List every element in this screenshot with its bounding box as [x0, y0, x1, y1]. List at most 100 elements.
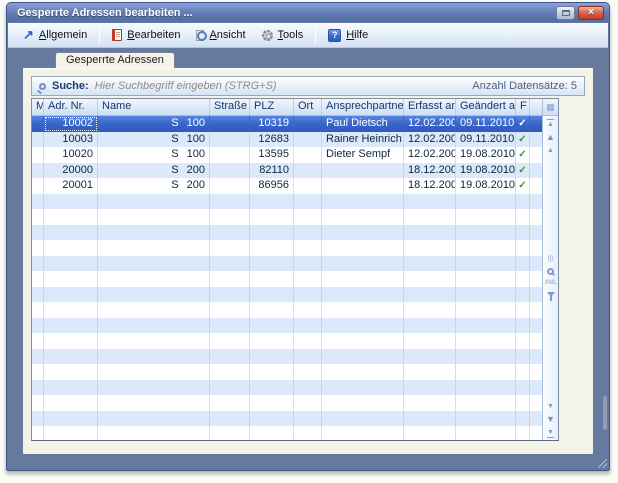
cell-ansprechpartner[interactable] — [322, 163, 404, 179]
menu-tools[interactable]: Tools — [255, 26, 311, 44]
header-erfasst-am[interactable]: Erfasst am — [404, 99, 456, 115]
cell-ansprechpartner[interactable] — [322, 178, 404, 194]
cell-strasse[interactable] — [210, 116, 250, 132]
header-geaendert-am[interactable]: Geändert am — [456, 99, 516, 115]
cell-adr_nr[interactable]: 10020 — [44, 147, 98, 163]
cell-erfasst_am[interactable]: 12.02.2007 — [404, 116, 456, 132]
cell-erfasst_am[interactable]: 18.12.2006 — [404, 163, 456, 179]
cell-f — [516, 395, 530, 411]
cell-ort[interactable] — [294, 116, 322, 132]
cell-geaendert_am[interactable]: 19.08.2010 — [456, 147, 516, 163]
fit-width-button[interactable]: (|) — [548, 256, 554, 263]
table-row[interactable]: 20001S200 86956 18.12.200619.08.2010✓ — [32, 178, 542, 194]
column-options-button[interactable]: ▦ — [543, 99, 558, 116]
cell-name[interactable]: S200 — [98, 163, 210, 179]
cell-f[interactable]: ✓ — [516, 178, 530, 194]
cell-erfasst_am[interactable]: 12.02.2007 — [404, 147, 456, 163]
cell-strasse[interactable] — [210, 163, 250, 179]
cell-adr_nr[interactable]: 10002 — [44, 116, 98, 132]
cell-erfasst_am[interactable]: 12.02.2007 — [404, 132, 456, 148]
cell-f — [516, 349, 530, 365]
cell-geaendert_am[interactable]: 19.08.2010 — [456, 178, 516, 194]
cell-blank[interactable] — [32, 163, 44, 179]
maximize-button[interactable] — [556, 6, 575, 20]
cell-adr_nr[interactable]: 10003 — [44, 132, 98, 148]
cell-blank[interactable] — [530, 116, 542, 132]
cell-ort[interactable] — [294, 147, 322, 163]
cell-plz[interactable]: 82110 — [250, 163, 294, 179]
menu-ansicht[interactable]: Ansicht — [189, 26, 252, 44]
cell-erfasst_am[interactable]: 18.12.2006 — [404, 178, 456, 194]
cell-f[interactable]: ✓ — [516, 132, 530, 148]
row-down-button[interactable]: ▼ — [547, 403, 554, 410]
zoom-button[interactable] — [547, 268, 554, 275]
cell-plz[interactable]: 12683 — [250, 132, 294, 148]
window-resize-grip[interactable] — [603, 396, 607, 430]
cell-name[interactable]: S100 — [98, 116, 210, 132]
page-up-button[interactable]: ▲ — [546, 133, 555, 142]
cell-ansprechpartner[interactable]: Paul Dietsch — [322, 116, 404, 132]
cell-ansprechpartner[interactable]: Dieter Sempf — [322, 147, 404, 163]
table-row[interactable]: 10003S100 12683 Rainer Heinrich12.02.20070… — [32, 132, 542, 148]
cell-erfasst_am — [404, 271, 456, 287]
cell-strasse[interactable] — [210, 132, 250, 148]
table-row[interactable]: 10020S100 13595 Dieter Sempf12.02.200719.0… — [32, 147, 542, 163]
check-icon: ✓ — [518, 118, 526, 129]
cell-ort[interactable] — [294, 163, 322, 179]
filter-button[interactable] — [547, 292, 555, 301]
cell-blank[interactable] — [530, 163, 542, 179]
header-ansprechpartner[interactable]: Ansprechpartner — [322, 99, 404, 115]
cell-adr_nr[interactable]: 20001 — [44, 178, 98, 194]
row-up-button[interactable]: ▲ — [547, 147, 554, 154]
grid-body: 10002S100 10319 Paul Dietsch12.02.200709.1… — [32, 116, 542, 440]
header-plz[interactable]: PLZ — [250, 99, 294, 115]
tab-gesperrte-adressen[interactable]: Gesperrte Adressen — [55, 52, 175, 68]
cell-blank[interactable] — [32, 116, 44, 132]
scroll-top-button[interactable]: ▲ — [547, 119, 554, 128]
page-down-button[interactable]: ▼ — [546, 415, 555, 424]
cell-blank[interactable] — [530, 147, 542, 163]
cell-strasse[interactable] — [210, 147, 250, 163]
cell-blank[interactable] — [32, 178, 44, 194]
titlebar[interactable]: Gesperrte Adressen bearbeiten ... × — [7, 3, 609, 23]
cell-plz[interactable]: 10319 — [250, 116, 294, 132]
menu-allgemein[interactable]: ↗ Allgemein — [16, 26, 94, 44]
cell-adr_nr[interactable]: 20000 — [44, 163, 98, 179]
close-button[interactable]: × — [578, 6, 604, 20]
magnifier-page-icon — [196, 30, 204, 41]
header-name[interactable]: Name — [98, 99, 210, 115]
cell-ort — [294, 194, 322, 210]
cell-blank[interactable] — [32, 147, 44, 163]
header-m[interactable]: M — [32, 99, 44, 115]
table-row[interactable]: 10002S100 10319 Paul Dietsch12.02.200709.1… — [32, 116, 542, 132]
header-ort[interactable]: Ort — [294, 99, 322, 115]
cell-ansprechpartner[interactable]: Rainer Heinrich — [322, 132, 404, 148]
cell-plz[interactable]: 86956 — [250, 178, 294, 194]
cell-f[interactable]: ✓ — [516, 116, 530, 132]
scroll-bottom-button[interactable]: ▼ — [547, 429, 554, 438]
cell-ort[interactable] — [294, 132, 322, 148]
cell-geaendert_am[interactable]: 09.11.2010 — [456, 116, 516, 132]
cell-f[interactable]: ✓ — [516, 163, 530, 179]
cell-name[interactable]: S100 — [98, 132, 210, 148]
header-adr-nr[interactable]: Adr. Nr. — [44, 99, 98, 115]
cell-geaendert_am[interactable]: 09.11.2010 — [456, 132, 516, 148]
cell-blank[interactable] — [530, 132, 542, 148]
table-row[interactable]: 20000S200 82110 18.12.200619.08.2010✓ — [32, 163, 542, 179]
cell-blank[interactable] — [32, 132, 44, 148]
header-strasse[interactable]: Straße — [210, 99, 250, 115]
cell-blank[interactable] — [530, 178, 542, 194]
cell-name[interactable]: S100 — [98, 147, 210, 163]
cell-f[interactable]: ✓ — [516, 147, 530, 163]
menu-bearbeiten[interactable]: Bearbeiten — [105, 26, 187, 44]
window-corner-resize-grip[interactable] — [598, 459, 607, 468]
cell-plz[interactable]: 13595 — [250, 147, 294, 163]
header-f[interactable]: F — [516, 99, 530, 115]
search-input[interactable] — [95, 80, 459, 92]
cell-geaendert_am[interactable]: 19.08.2010 — [456, 163, 516, 179]
menu-hilfe[interactable]: ? Hilfe — [321, 26, 375, 45]
cell-ort[interactable] — [294, 178, 322, 194]
cell-name[interactable]: S200 — [98, 178, 210, 194]
cell-strasse[interactable] — [210, 178, 250, 194]
xml-export-button[interactable]: XML — [544, 280, 556, 287]
